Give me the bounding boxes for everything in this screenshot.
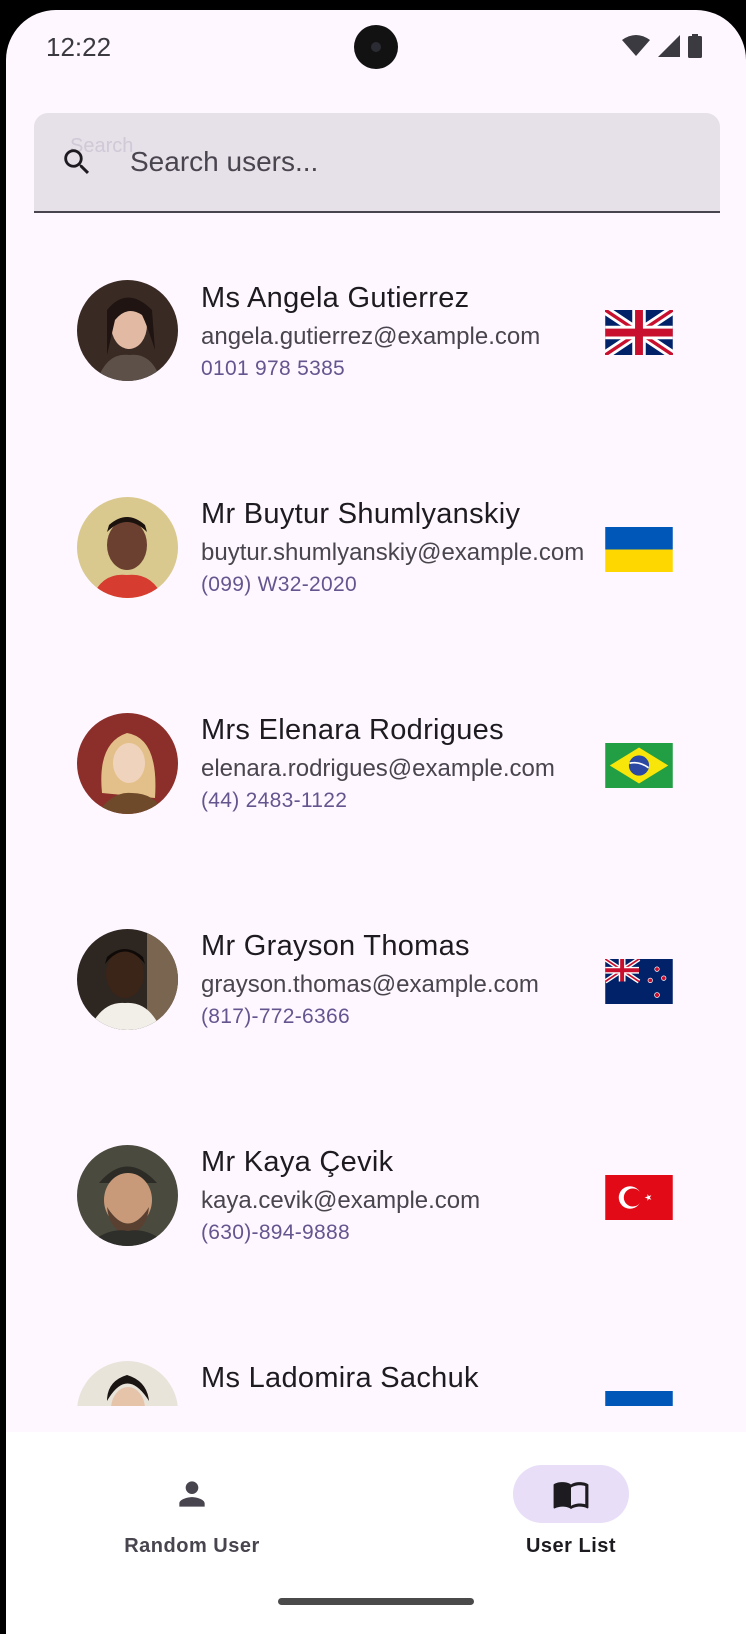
user-name: Mr Buytur Shumlyanskiy xyxy=(201,498,521,530)
user-avatar xyxy=(77,713,178,814)
user-email: grayson.thomas@example.com xyxy=(201,971,539,998)
search-input[interactable] xyxy=(128,141,692,183)
user-list-item[interactable]: Ms Ladomira Sachuk xyxy=(6,1300,746,1406)
uk-flag-icon xyxy=(605,310,673,355)
cellular-signal-icon xyxy=(658,35,680,57)
user-name: Mr Kaya Çevik xyxy=(201,1146,394,1178)
user-avatar xyxy=(77,1361,178,1406)
ukraine-flag-icon xyxy=(605,527,673,572)
user-list-item[interactable]: Ms Angela Gutierrez angela.gutierrez@exa… xyxy=(6,220,746,436)
ukraine-flag-icon xyxy=(605,1391,673,1406)
battery-icon xyxy=(688,34,702,58)
user-name: Ms Ladomira Sachuk xyxy=(201,1362,479,1394)
user-email: angela.gutierrez@example.com xyxy=(201,323,541,350)
user-list[interactable]: Ms Angela Gutierrez angela.gutierrez@exa… xyxy=(6,220,746,1406)
nav-label-user-list: User List xyxy=(525,1535,617,1557)
wifi-icon xyxy=(622,35,650,56)
search-icon xyxy=(64,149,90,175)
turkey-flag-icon xyxy=(605,1175,673,1220)
user-name: Ms Angela Gutierrez xyxy=(201,282,470,314)
book-icon xyxy=(553,1482,589,1510)
user-list-item[interactable]: Mr Buytur Shumlyanskiy buytur.shumlyansk… xyxy=(6,436,746,652)
user-phone: (630)-894-9888 xyxy=(201,1221,350,1244)
home-gesture-bar[interactable] xyxy=(278,1598,474,1605)
user-avatar xyxy=(77,929,178,1030)
user-phone: 0101 978 5385 xyxy=(201,357,346,380)
nav-item-random-user[interactable]: Random User xyxy=(92,1465,292,1565)
user-name: Mr Grayson Thomas xyxy=(201,930,470,962)
user-list-item[interactable]: Mrs Elenara Rodrigues elenara.rodrigues@… xyxy=(6,652,746,868)
user-email: elenara.rodrigues@example.com xyxy=(201,755,555,782)
new-zealand-flag-icon xyxy=(605,959,673,1004)
status-icons xyxy=(622,34,702,58)
user-list-item[interactable]: Mr Kaya Çevik kaya.cevik@example.com (63… xyxy=(6,1084,746,1300)
user-phone: (099) W32-2020 xyxy=(201,573,357,596)
bottom-navigation-bar: Random User User List xyxy=(6,1432,746,1634)
nav-item-user-list[interactable]: User List xyxy=(471,1465,671,1565)
user-list-item[interactable]: Mr Grayson Thomas grayson.thomas@example… xyxy=(6,868,746,1084)
user-avatar xyxy=(77,1145,178,1246)
user-email: buytur.shumlyanskiy@example.com xyxy=(201,539,585,566)
camera-cutout xyxy=(354,25,398,69)
status-bar: 12:22 xyxy=(6,10,746,90)
user-phone: (817)-772-6366 xyxy=(201,1005,350,1028)
user-email: kaya.cevik@example.com xyxy=(201,1187,481,1214)
user-name: Mrs Elenara Rodrigues xyxy=(201,714,504,746)
brazil-flag-icon xyxy=(605,743,673,788)
user-phone: (44) 2483-1122 xyxy=(201,789,348,812)
user-avatar xyxy=(77,497,178,598)
person-icon xyxy=(179,1481,205,1507)
status-time: 12:22 xyxy=(46,32,112,62)
user-avatar xyxy=(77,280,178,381)
search-bar[interactable]: Search xyxy=(34,113,720,213)
app-screen: 12:22 Search Search users... Ms Angela G… xyxy=(6,10,746,1634)
nav-label-random-user: Random User xyxy=(124,1535,260,1557)
